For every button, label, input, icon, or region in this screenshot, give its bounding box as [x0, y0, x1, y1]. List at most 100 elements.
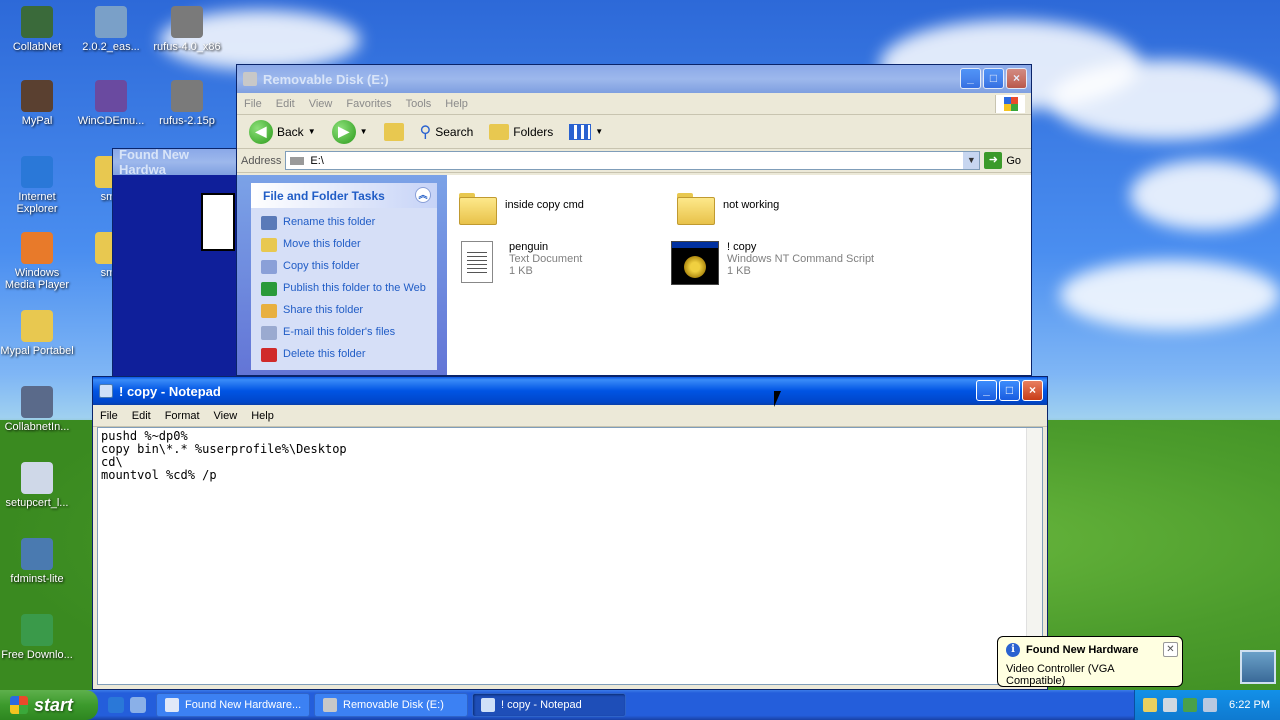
menu-help[interactable]: Help — [438, 98, 475, 110]
desktop-icon[interactable]: WinCDEmu... — [74, 80, 148, 127]
desktop-icon[interactable]: Internet Explorer — [0, 156, 74, 215]
up-folder-icon — [383, 122, 404, 141]
desktop-icon[interactable]: CollabNet — [0, 6, 74, 53]
chevron-down-icon[interactable]: ▼ — [308, 127, 316, 136]
file-name: inside copy cmd — [505, 199, 584, 211]
desktop-icon-label: rufus-4.0_x86 — [153, 41, 221, 53]
explorer-titlebar[interactable]: Removable Disk (E:) _ □ × — [237, 65, 1031, 93]
task-link[interactable]: Delete this folder — [251, 344, 437, 366]
close-button[interactable]: × — [1022, 380, 1043, 401]
menu-edit[interactable]: Edit — [269, 98, 302, 110]
chevron-down-icon[interactable]: ▼ — [963, 152, 980, 169]
task-link[interactable]: E-mail this folder's files — [251, 322, 437, 344]
task-link[interactable]: Publish this folder to the Web — [251, 278, 437, 300]
menu-tools[interactable]: Tools — [399, 98, 439, 110]
window-title: ! copy - Notepad — [119, 383, 221, 399]
task-link[interactable]: Copy this folder — [251, 256, 437, 278]
security-icon[interactable] — [1183, 698, 1198, 712]
notepad-window[interactable]: ! copy - Notepad _ □ × File Edit Format … — [92, 376, 1048, 690]
notepad-text-area[interactable]: pushd %~dp0% copy bin\*.* %userprofile%\… — [97, 427, 1043, 685]
menu-format[interactable]: Format — [158, 410, 207, 422]
folders-label: Folders — [513, 124, 554, 139]
hardware-wizard-icon — [201, 193, 235, 251]
folders-button[interactable]: Folders — [483, 123, 559, 140]
menu-favorites[interactable]: Favorites — [339, 98, 398, 110]
collapse-chevron-icon[interactable]: ︽ — [415, 187, 431, 203]
taskbar-button-found-new-hardware[interactable]: Found New Hardware... — [156, 693, 310, 717]
list-item-file[interactable]: penguin Text Document 1 KB — [461, 241, 582, 283]
list-item-folder[interactable]: inside copy cmd — [457, 189, 584, 225]
minimize-button[interactable]: _ — [960, 68, 981, 89]
chevron-down-icon[interactable]: ▼ — [360, 127, 368, 136]
explorer-window[interactable]: Removable Disk (E:) _ □ × File Edit View… — [236, 64, 1032, 376]
list-item-folder[interactable]: not working — [675, 189, 779, 225]
menu-file[interactable]: File — [93, 410, 125, 422]
close-button[interactable]: × — [1006, 68, 1027, 89]
hardware-icon[interactable] — [1163, 698, 1178, 712]
file-name: ! copy — [727, 241, 757, 253]
desktop-icon[interactable]: MyPal — [0, 80, 74, 127]
up-folder-button[interactable] — [378, 122, 410, 141]
system-tray: 6:22 PM — [1134, 690, 1280, 720]
file-size: 1 KB — [727, 265, 751, 277]
menu-file[interactable]: File — [237, 98, 269, 110]
forward-button[interactable]: ▶ ▼ — [326, 119, 374, 144]
go-button[interactable]: ➜ Go — [984, 152, 1027, 169]
list-item-file[interactable]: ! copy Windows NT Command Script 1 KB — [671, 241, 874, 285]
menu-view[interactable]: View — [207, 410, 245, 422]
desktop-icon[interactable]: setupcert_l... — [0, 462, 74, 509]
found-new-hardware-window[interactable]: Found New Hardwa — [112, 147, 238, 378]
internet-explorer-icon[interactable] — [108, 697, 124, 713]
notepad-titlebar[interactable]: ! copy - Notepad _ □ × — [93, 377, 1047, 405]
taskbar-button-notepad[interactable]: ! copy - Notepad — [472, 693, 626, 717]
notepad-menubar: File Edit Format View Help — [93, 405, 1047, 427]
monitor-icon[interactable] — [1203, 698, 1218, 712]
desktop-icon[interactable]: Free Downlo... — [0, 614, 74, 661]
desktop-icon[interactable]: Mypal Portabel — [0, 310, 74, 357]
drive-icon — [323, 698, 337, 712]
back-button[interactable]: ◀ Back ▼ — [243, 119, 322, 144]
task-link[interactable]: Move this folder — [251, 234, 437, 256]
file-type: Windows NT Command Script — [727, 253, 875, 265]
desktop-icon[interactable]: Windows Media Player — [0, 232, 74, 291]
views-button[interactable]: ▼ — [563, 123, 609, 140]
windows-logo-icon — [995, 95, 1025, 113]
safely-remove-hardware-icon[interactable] — [1240, 650, 1276, 684]
maximize-button[interactable]: □ — [999, 380, 1020, 401]
show-desktop-icon[interactable] — [130, 697, 146, 713]
address-input[interactable]: E:\ ▼ — [285, 151, 981, 170]
menu-help[interactable]: Help — [244, 410, 281, 422]
taskbar: start Found New Hardware... Removable Di… — [0, 690, 1280, 720]
desktop-app-icon — [21, 232, 53, 264]
taskbar-button-removable-disk[interactable]: Removable Disk (E:) — [314, 693, 468, 717]
search-button[interactable]: ⚲ Search — [414, 122, 480, 142]
network-icon[interactable] — [1143, 698, 1158, 712]
desktop-icon[interactable]: 2.0.2_eas... — [74, 6, 148, 53]
desktop-icon[interactable]: rufus-4.0_x86 — [150, 6, 224, 53]
clock[interactable]: 6:22 PM — [1229, 699, 1270, 711]
taskbar-button-label: Removable Disk (E:) — [343, 699, 444, 711]
maximize-button[interactable]: □ — [983, 68, 1004, 89]
text-document-icon — [461, 241, 493, 283]
window-icon — [165, 698, 179, 712]
task-icon — [261, 260, 277, 274]
minimize-button[interactable]: _ — [976, 380, 997, 401]
tasks-header[interactable]: File and Folder Tasks ︽ — [251, 183, 437, 208]
desktop-app-icon — [21, 614, 53, 646]
start-button[interactable]: start — [0, 690, 98, 720]
desktop-icon[interactable]: fdminst-lite — [0, 538, 74, 585]
task-link[interactable]: Rename this folder — [251, 212, 437, 234]
task-link[interactable]: Share this folder — [251, 300, 437, 322]
close-icon[interactable]: ✕ — [1163, 642, 1178, 657]
notification-balloon[interactable]: i Found New Hardware ✕ Video Controller … — [997, 636, 1183, 687]
desktop-icon-label: CollabnetIn... — [4, 421, 70, 433]
menu-view[interactable]: View — [302, 98, 340, 110]
command-script-icon — [671, 241, 719, 285]
info-icon: i — [1006, 643, 1020, 657]
desktop-icon-label: Free Downlo... — [1, 649, 73, 661]
desktop-icon[interactable]: CollabnetIn... — [0, 386, 74, 433]
task-icon — [261, 216, 277, 230]
desktop-icon[interactable]: rufus-2.15p — [150, 80, 224, 127]
desktop-app-icon — [171, 6, 203, 38]
menu-edit[interactable]: Edit — [125, 410, 158, 422]
